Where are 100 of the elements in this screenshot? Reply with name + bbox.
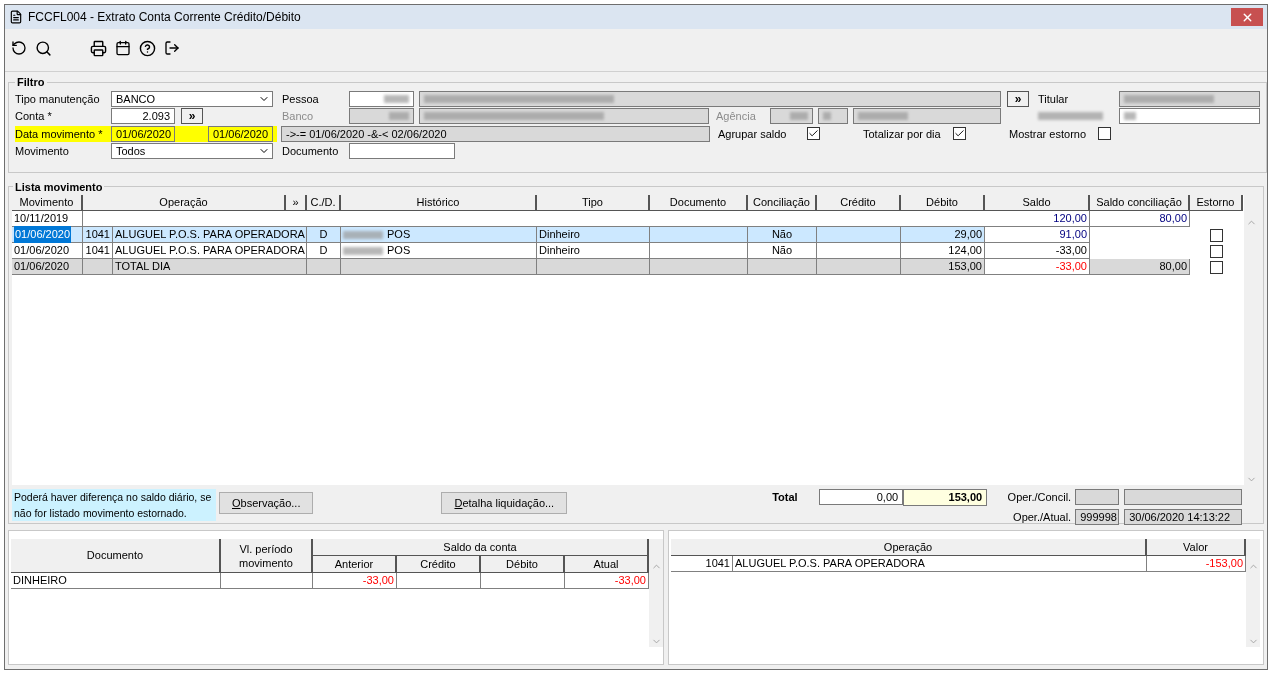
- column-header[interactable]: C./D.: [307, 195, 341, 211]
- field-label: Tipo manutenção: [15, 91, 101, 107]
- column-header[interactable]: Histórico: [341, 195, 537, 211]
- checkbox[interactable]: [1098, 127, 1111, 141]
- table-cell: Dinheiro: [537, 227, 650, 243]
- column-header[interactable]: Saldo conciliação: [1090, 195, 1190, 211]
- table-cell: [83, 259, 113, 275]
- column-header[interactable]: Débito: [481, 556, 565, 573]
- close-button[interactable]: [1231, 8, 1263, 26]
- text-field[interactable]: [1119, 108, 1260, 125]
- table-cell: [748, 259, 817, 275]
- field-label: Data movimento *: [15, 126, 104, 142]
- column-header[interactable]: Movimento: [12, 195, 83, 211]
- table-cell: Não: [748, 227, 817, 243]
- column-header[interactable]: Crédito: [397, 556, 481, 573]
- table-cell: 01/06/2020: [12, 227, 83, 243]
- column-header[interactable]: Tipo: [537, 195, 650, 211]
- table-cell: 80,00: [1090, 259, 1190, 275]
- text-field[interactable]: [770, 108, 813, 125]
- table-cell: ALUGUEL P.O.S. PARA OPERADORA: [733, 556, 1147, 572]
- text-field[interactable]: [853, 108, 1001, 125]
- table-cell: [307, 259, 341, 275]
- scrollbar[interactable]: [649, 539, 663, 647]
- info-note: Poderá haver diferença no saldo diário, se não for listado movimento estornado.: [12, 489, 216, 521]
- redacted-text-icon: [1124, 112, 1136, 121]
- action-button[interactable]: Observação...: [219, 492, 314, 514]
- column-header[interactable]: Saldo da conta: [313, 539, 649, 556]
- column-header[interactable]: Operação: [83, 195, 286, 211]
- total-label: Total: [772, 490, 799, 505]
- table-cell: 01/06/2020: [12, 259, 83, 275]
- column-header[interactable]: Atual: [565, 556, 649, 573]
- checkbox[interactable]: [807, 127, 820, 141]
- checkbox[interactable]: [953, 127, 966, 141]
- field-label: Titular: [1038, 91, 1070, 107]
- column-header[interactable]: Crédito: [817, 195, 901, 211]
- field-label: Pessoa: [282, 91, 320, 107]
- group-title: Lista movimento: [14, 179, 104, 195]
- text-field[interactable]: [349, 108, 414, 125]
- table-cell: POS: [341, 227, 537, 243]
- checkbox[interactable]: [1210, 244, 1223, 258]
- help-icon[interactable]: [139, 39, 156, 57]
- calendar-icon[interactable]: [115, 40, 131, 56]
- table-cell: DINHEIRO: [11, 573, 221, 589]
- action-button[interactable]: Detalha liquidação...: [441, 492, 568, 514]
- column-header[interactable]: Estorno: [1190, 195, 1243, 211]
- checkbox[interactable]: [1210, 260, 1223, 274]
- table-cell: ALUGUEL P.O.S. PARA OPERADORA: [113, 243, 307, 259]
- date-field[interactable]: 01/06/2020: [111, 125, 175, 142]
- column-header[interactable]: Valor: [1147, 539, 1246, 556]
- column-header[interactable]: Documento: [650, 195, 748, 211]
- dropdown[interactable]: Todos: [111, 143, 273, 160]
- text-field[interactable]: [1124, 489, 1243, 506]
- more-button[interactable]: »: [1007, 90, 1029, 107]
- text-field[interactable]: 30/06/2020 14:13:22: [1124, 508, 1243, 525]
- table-cell: TOTAL DIA: [113, 259, 307, 275]
- column-header[interactable]: »: [286, 195, 307, 211]
- printer-icon[interactable]: [90, 39, 107, 57]
- table-cell: 29,00: [901, 227, 985, 243]
- dropdown[interactable]: BANCO: [111, 90, 273, 107]
- column-header[interactable]: Conciliação: [748, 195, 817, 211]
- column-header[interactable]: Anterior: [313, 556, 397, 573]
- column-header[interactable]: Vl. período movimento: [221, 539, 313, 573]
- text-field[interactable]: ->-= 01/06/2020 -&-< 02/06/2020: [281, 125, 710, 142]
- table-cell: -33,00: [985, 243, 1090, 259]
- table-cell: 1041: [671, 556, 733, 572]
- more-button[interactable]: »: [181, 108, 203, 124]
- field-label: Agrupar saldo: [718, 126, 788, 142]
- text-field[interactable]: [349, 143, 455, 160]
- table-cell: 1041: [83, 227, 113, 243]
- field-label: Totalizar por dia: [863, 126, 942, 142]
- search-icon[interactable]: [35, 39, 52, 57]
- checkbox[interactable]: [1210, 228, 1223, 242]
- field-label: Oper./Concil.: [1007, 490, 1073, 505]
- date-field[interactable]: 01/06/2020: [208, 125, 273, 142]
- column-header[interactable]: Saldo: [985, 195, 1090, 211]
- column-header[interactable]: Débito: [901, 195, 985, 211]
- group-title: Filtro: [16, 75, 46, 90]
- redacted-text-icon: [823, 112, 831, 121]
- text-field[interactable]: [818, 108, 848, 125]
- redacted-text-icon: [424, 112, 604, 121]
- text-field[interactable]: [419, 108, 709, 125]
- total-credit-field[interactable]: 0,00: [819, 489, 904, 505]
- scrollbar[interactable]: [1246, 539, 1260, 647]
- table-cell: -33,00: [313, 573, 397, 589]
- table-cell: 80,00: [1090, 211, 1190, 227]
- column-header[interactable]: Operação: [671, 539, 1147, 556]
- undo-icon[interactable]: [11, 40, 27, 56]
- text-field[interactable]: [419, 90, 1001, 107]
- field-label: Mostrar estorno: [1009, 126, 1088, 142]
- text-field[interactable]: [1119, 90, 1260, 107]
- text-field[interactable]: 2.093: [111, 108, 175, 125]
- table-cell: 1041: [83, 243, 113, 259]
- column-header[interactable]: Documento: [11, 539, 221, 573]
- table-cell: -33,00: [985, 259, 1090, 275]
- text-field[interactable]: [349, 90, 414, 107]
- text-field[interactable]: 999998: [1075, 508, 1120, 525]
- field-label: Movimento: [15, 144, 70, 159]
- exit-icon[interactable]: [164, 40, 180, 56]
- text-field[interactable]: [1075, 489, 1120, 506]
- window-title: FCCFL004 - Extrato Conta Corrente Crédito/Débito: [28, 9, 301, 26]
